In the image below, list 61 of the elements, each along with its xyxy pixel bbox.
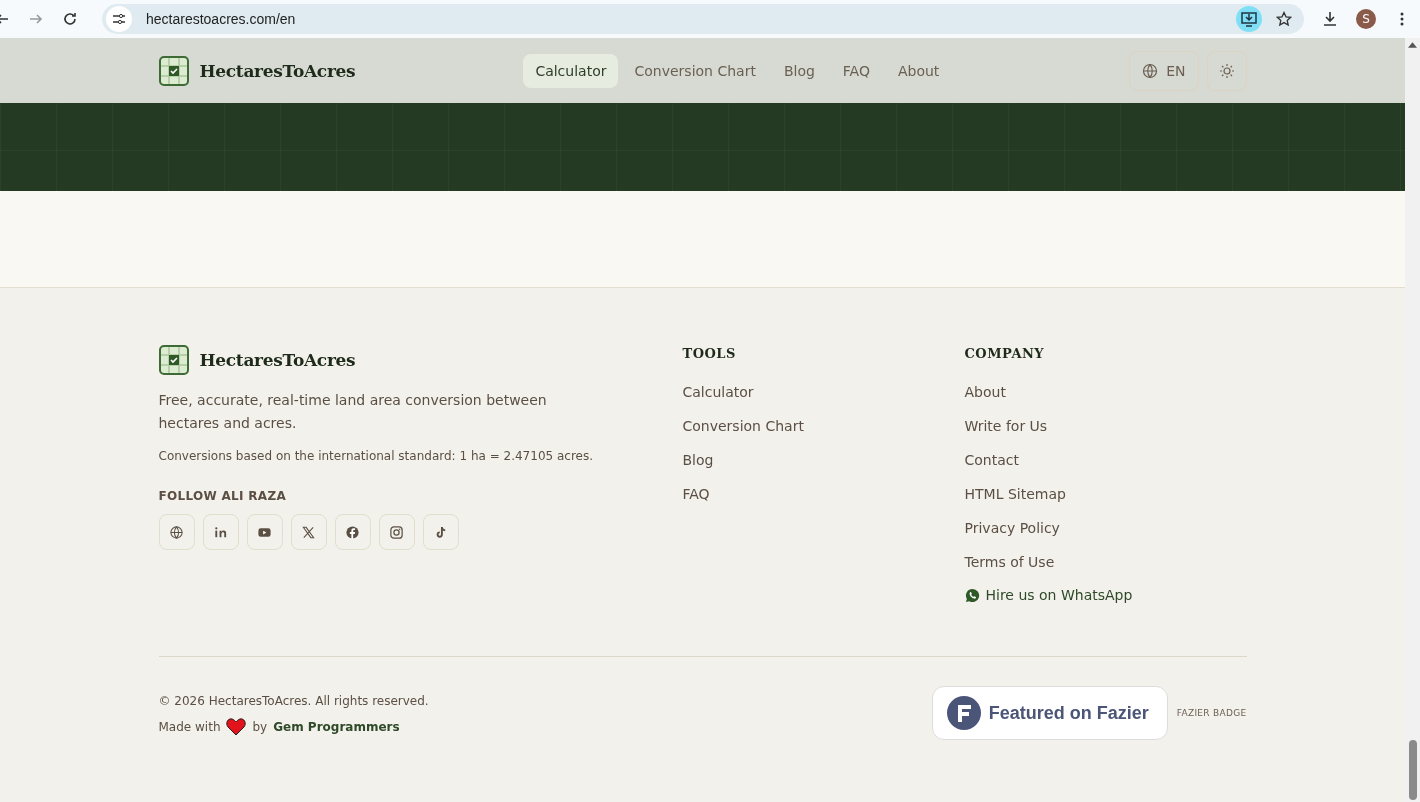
- whatsapp-icon: [964, 587, 980, 603]
- install-app-icon[interactable]: [1236, 6, 1262, 32]
- theme-toggle-button[interactable]: [1206, 50, 1247, 91]
- address-bar[interactable]: hectarestoacres.com/en: [102, 4, 1304, 34]
- nav-link[interactable]: FAQ: [830, 53, 882, 88]
- x-icon: [301, 524, 316, 540]
- site-description: Free, accurate, real-time land area conversion between hectares and acres.: [158, 391, 548, 433]
- nav-link[interactable]: Conversion Chart: [622, 53, 768, 88]
- heart-icon: [226, 718, 247, 736]
- column-heading: COMPANY: [964, 346, 1045, 361]
- footer-link[interactable]: About: [964, 375, 1006, 409]
- site-settings-icon[interactable]: [106, 6, 132, 32]
- badge-caption: FAZIER BADGE: [1176, 708, 1247, 718]
- social-button[interactable]: [334, 514, 371, 550]
- social-button[interactable]: [202, 514, 239, 550]
- globe-icon: [1142, 62, 1159, 79]
- scroll-up-arrow-icon[interactable]: [1408, 42, 1417, 48]
- fazier-logo-icon: [946, 696, 981, 730]
- facebook-icon: [345, 524, 360, 540]
- linkedin-icon: [213, 524, 228, 540]
- language-button[interactable]: EN: [1129, 50, 1199, 91]
- author-link[interactable]: Gem Programmers: [273, 720, 400, 734]
- footer-link[interactable]: Write for Us: [964, 409, 1048, 443]
- bookmark-star-icon[interactable]: [1276, 11, 1292, 27]
- footer-link[interactable]: FAQ: [682, 477, 710, 511]
- scrollbar-thumb[interactable]: [1408, 740, 1417, 800]
- social-button[interactable]: [246, 514, 283, 550]
- made-with-text: Made with: [158, 720, 221, 734]
- social-button[interactable]: [378, 514, 415, 550]
- brand-name[interactable]: HectaresToAcres: [199, 60, 356, 81]
- social-button[interactable]: [422, 514, 459, 550]
- follow-heading: FOLLOW ALI RAZA: [158, 489, 287, 503]
- whatsapp-link[interactable]: Hire us on WhatsApp: [964, 587, 1133, 603]
- instagram-icon: [389, 524, 404, 540]
- social-button[interactable]: [290, 514, 327, 550]
- column-heading: TOOLS: [682, 346, 736, 361]
- globe-icon: [169, 524, 184, 540]
- sun-icon: [1218, 62, 1235, 79]
- footer-link[interactable]: Blog: [682, 443, 714, 477]
- nav-link[interactable]: Blog: [771, 53, 827, 88]
- copyright-text: © 2026 HectaresToAcres. All rights reserved.: [158, 694, 429, 708]
- profile-avatar[interactable]: S: [1356, 9, 1376, 29]
- download-icon[interactable]: [1322, 11, 1338, 27]
- conversion-note: Conversions based on the international standard: 1 ha = 2.47105 acres.: [158, 449, 595, 463]
- footer-link[interactable]: Terms of Use: [964, 545, 1055, 579]
- footer-link[interactable]: Calculator: [682, 375, 754, 409]
- reload-icon[interactable]: [62, 11, 78, 27]
- footer-link[interactable]: HTML Sitemap: [964, 477, 1066, 511]
- brand-name[interactable]: HectaresToAcres: [199, 350, 356, 370]
- nav-link[interactable]: Calculator: [523, 53, 619, 88]
- url-text: hectarestoacres.com/en: [146, 11, 296, 27]
- by-text: by: [252, 720, 268, 734]
- fazier-badge[interactable]: Featured on Fazier: [931, 686, 1168, 740]
- logo-icon[interactable]: [158, 55, 189, 86]
- footer-link[interactable]: Privacy Policy: [964, 511, 1060, 545]
- scrollbar[interactable]: [1405, 38, 1420, 802]
- footer-link[interactable]: Contact: [964, 443, 1019, 477]
- nav-link[interactable]: About: [885, 53, 952, 88]
- logo-icon[interactable]: [158, 345, 189, 375]
- social-button[interactable]: [158, 514, 195, 550]
- footer-link[interactable]: Conversion Chart: [682, 409, 804, 443]
